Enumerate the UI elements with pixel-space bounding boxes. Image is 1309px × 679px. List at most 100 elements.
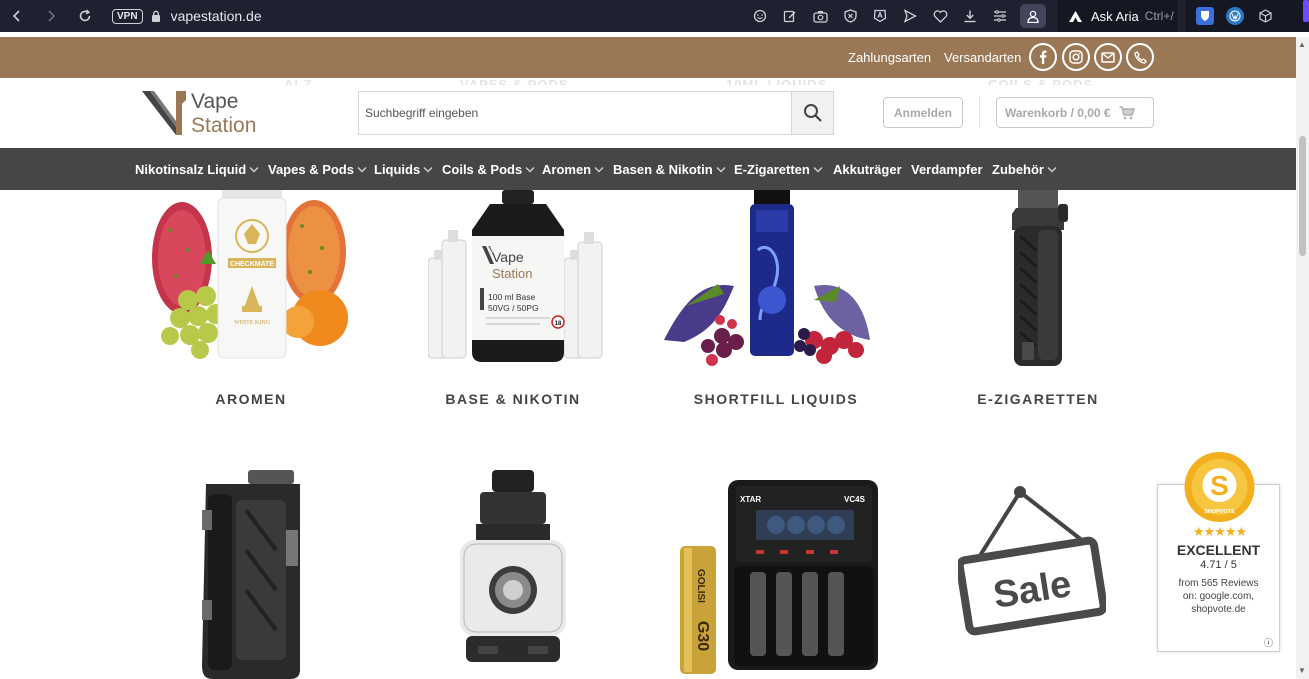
facebook-button[interactable] xyxy=(1029,43,1057,71)
forward-button[interactable] xyxy=(34,0,68,32)
wordpress-icon[interactable] xyxy=(1226,7,1244,25)
nav-item-label: Liquids xyxy=(374,162,421,177)
instagram-icon xyxy=(1069,50,1083,64)
akkutraeger-product-image[interactable] xyxy=(196,470,304,679)
aromen-product-image[interactable]: CHECKMATE WHITE KING xyxy=(150,190,350,362)
g30-label: G30 xyxy=(694,621,711,651)
base-vape-label: Vape xyxy=(492,249,524,265)
heart-icon[interactable] xyxy=(928,4,952,28)
vpn-badge[interactable]: VPN xyxy=(112,8,143,24)
category-aromen[interactable]: AROMEN xyxy=(131,391,371,407)
scroll-up-arrow-icon[interactable]: ▲ xyxy=(1298,40,1306,49)
phone-icon xyxy=(1133,50,1147,64)
cart-button[interactable]: Warenkorb / 0,00 € xyxy=(996,97,1154,128)
chevron-down-icon xyxy=(423,166,433,173)
shopvote-from-line: from 565 Reviews xyxy=(1178,578,1259,589)
nav-item-coils-pods[interactable]: Coils & Pods xyxy=(442,162,535,177)
verdampfer-product-image[interactable] xyxy=(458,470,568,670)
base-nikotin-product-image[interactable]: Vape Station 100 ml Base 50VG / 50PG 18 xyxy=(428,190,604,364)
search-button[interactable] xyxy=(791,92,833,134)
chevron-down-icon xyxy=(525,166,535,173)
nav-item-label: Zubehör xyxy=(992,162,1044,177)
facebook-icon xyxy=(1040,50,1047,64)
logo-icon[interactable] xyxy=(142,91,186,140)
shipping-methods-link[interactable]: Versandarten xyxy=(944,50,1021,65)
nav-item-e-zigaretten[interactable]: E-Zigaretten xyxy=(734,162,823,177)
shopvote-seal-icon[interactable]: S SHOPVOTE xyxy=(1182,451,1257,523)
search-input[interactable] xyxy=(359,92,791,134)
svg-text:S: S xyxy=(1210,470,1229,501)
ask-aria-button[interactable]: Ask Aria Ctrl+/ xyxy=(1058,0,1178,32)
nav-item-label: Nikotinsalz Liquid xyxy=(135,162,247,177)
nav-item-nikotinsalz-liquid[interactable]: Nikotinsalz Liquid xyxy=(135,162,259,177)
address-bar[interactable]: vapestation.de xyxy=(171,8,262,24)
profile-button[interactable] xyxy=(1020,4,1046,28)
shopvote-stars: ★★★★★ xyxy=(1192,524,1247,539)
nav-item-akkuträger[interactable]: Akkuträger xyxy=(833,162,902,177)
aria-icon xyxy=(1069,10,1082,22)
logo-text-vape[interactable]: Vape xyxy=(191,90,239,114)
payment-methods-link[interactable]: Zahlungsarten xyxy=(848,50,931,65)
scroll-down-arrow-icon[interactable]: ▼ xyxy=(1298,666,1306,675)
base-ml-label: 100 ml Base xyxy=(488,292,536,302)
nav-item-zubehör[interactable]: Zubehör xyxy=(992,162,1057,177)
shield-icon[interactable] xyxy=(838,4,862,28)
reload-button[interactable] xyxy=(68,0,102,32)
menu-icon[interactable] xyxy=(988,4,1012,28)
category-base-nikotin[interactable]: BASE & NIKOTIN xyxy=(393,391,633,407)
cube-icon[interactable] xyxy=(1256,7,1274,25)
chevron-down-icon xyxy=(249,166,259,173)
base-ratio-label: 50VG / 50PG xyxy=(488,303,539,313)
base-station-label: Station xyxy=(492,266,532,281)
nav-item-vapes-pods[interactable]: Vapes & Pods xyxy=(268,162,367,177)
instagram-button[interactable] xyxy=(1062,43,1090,71)
scrollbar-thumb[interactable] xyxy=(1299,136,1306,256)
edit-icon[interactable] xyxy=(778,4,802,28)
xtar-label: XTAR xyxy=(740,495,761,504)
nav-item-label: E-Zigaretten xyxy=(734,162,810,177)
nav-item-basen-nikotin[interactable]: Basen & Nikotin xyxy=(613,162,726,177)
shopvote-score: 4.71 / 5 xyxy=(1200,559,1237,571)
cart-label: Warenkorb / 0,00 € xyxy=(1005,105,1111,120)
lock-icon[interactable] xyxy=(151,10,161,22)
nav-item-label: Verdampfer xyxy=(911,162,983,177)
nav-item-label: Basen & Nikotin xyxy=(613,162,713,177)
bitwarden-icon[interactable] xyxy=(1196,7,1214,25)
shopvote-source-line: on: google.com, xyxy=(1182,591,1255,602)
category-shortfill-liquids[interactable]: SHORTFILL LIQUIDS xyxy=(656,391,896,407)
e-zigaretten-product-image[interactable] xyxy=(1010,190,1076,368)
sidebar-accent xyxy=(1303,0,1309,22)
category-e-zigaretten[interactable]: E-ZIGARETTEN xyxy=(918,391,1158,407)
search-form xyxy=(358,91,834,135)
akkus-ladegeraete-product-image[interactable]: XTAR VC4S GOLISI G30 xyxy=(680,476,882,674)
ask-aria-shortcut: Ctrl+/ xyxy=(1144,9,1174,23)
nav-item-label: Aromen xyxy=(542,162,592,177)
sale-product-image[interactable]: Sale xyxy=(958,484,1106,638)
phone-button[interactable] xyxy=(1126,43,1154,71)
chevron-down-icon xyxy=(1047,166,1057,173)
camera-icon[interactable] xyxy=(808,4,832,28)
send-icon[interactable] xyxy=(898,4,922,28)
chevron-down-icon xyxy=(813,166,823,173)
info-icon[interactable]: ⓘ xyxy=(1264,636,1273,649)
nav-item-liquids[interactable]: Liquids xyxy=(374,162,433,177)
shopvote-source-line: shopvote.de xyxy=(1191,604,1246,615)
translate-icon[interactable] xyxy=(868,4,892,28)
email-button[interactable] xyxy=(1094,43,1122,71)
shortfill-product-image[interactable] xyxy=(664,190,870,368)
login-button[interactable]: Anmelden xyxy=(883,97,963,128)
logo-text-station[interactable]: Station xyxy=(191,114,256,138)
nav-item-verdampfer[interactable]: Verdampfer xyxy=(911,162,983,177)
nav-item-aromen[interactable]: Aromen xyxy=(542,162,604,177)
vc4s-label: VC4S xyxy=(844,495,866,504)
page-scrollbar[interactable] xyxy=(1296,37,1309,679)
mail-icon xyxy=(1101,51,1115,63)
chevron-left-icon xyxy=(12,10,20,22)
nav-item-label: Akkuträger xyxy=(833,162,902,177)
white-king-label: WHITE KING xyxy=(234,320,270,326)
download-icon[interactable] xyxy=(958,4,982,28)
emoji-icon[interactable] xyxy=(748,4,772,28)
reload-icon xyxy=(79,9,91,22)
shopvote-review-count: from 565 Reviews on: google.com, shopvot… xyxy=(1157,577,1280,616)
back-button[interactable] xyxy=(0,0,34,32)
